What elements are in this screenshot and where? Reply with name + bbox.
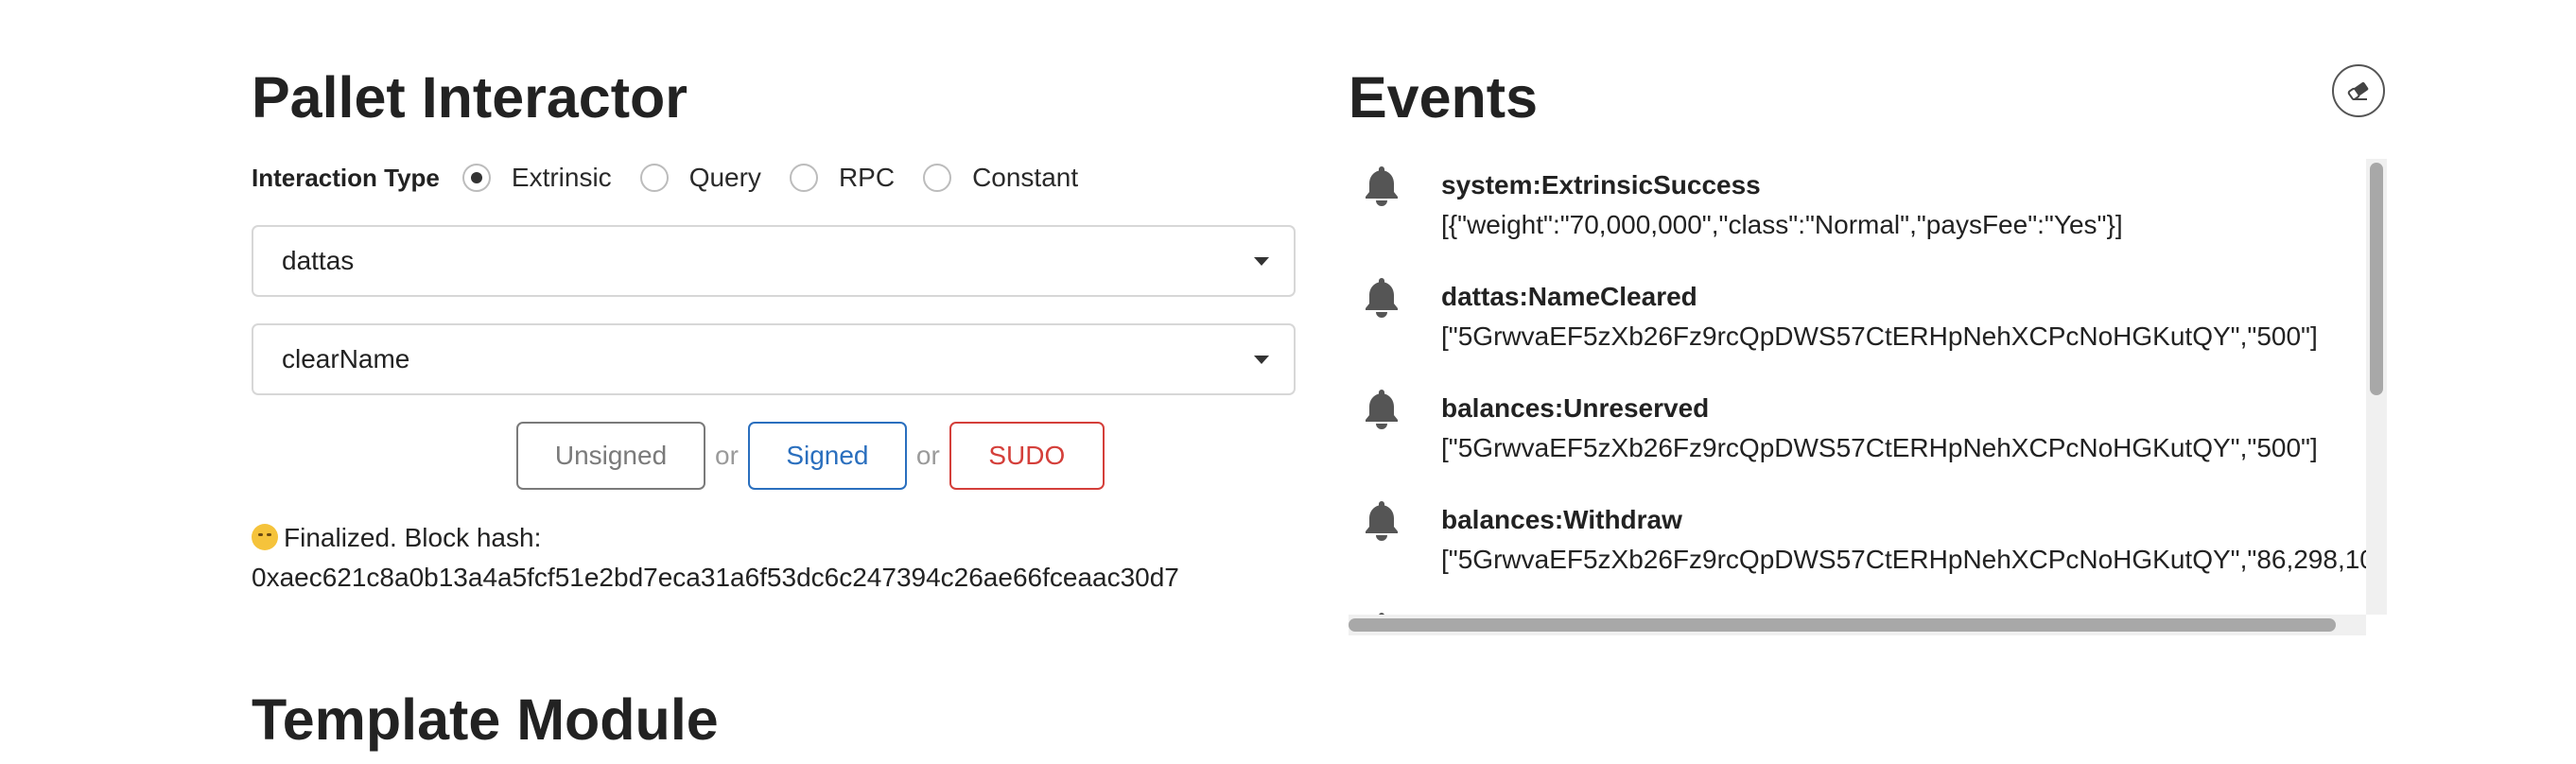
callable-select[interactable]: clearName xyxy=(252,323,1296,395)
tx-status: Finalized. Block hash: 0xaec621c8a0b13a4… xyxy=(252,518,1179,598)
template-module-title: Template Module xyxy=(252,687,719,752)
horizontal-scrollbar-thumb[interactable] xyxy=(1349,618,2336,632)
event-item: dattas:NameCleared ["5GrwvaEF5zXb26Fz9rc… xyxy=(1349,270,2351,365)
radio-rpc-circle[interactable] xyxy=(789,164,818,192)
pallet-select[interactable]: dattas xyxy=(252,225,1296,297)
submit-button-group: Unsigned or Signed or SUDO xyxy=(516,422,1105,490)
event-title: balances:Withdraw xyxy=(1441,505,1682,534)
radio-rpc[interactable]: RPC xyxy=(789,163,895,193)
event-detail: ["5GrwvaEF5zXb26Fz9rcQpDWS57CtERHpNehXCP… xyxy=(1441,545,2375,574)
clear-events-button[interactable] xyxy=(2332,64,2385,117)
event-title: balances:Unreserved xyxy=(1441,393,1710,423)
event-title: system:ExtrinsicSuccess xyxy=(1441,170,1761,200)
event-item: balances:Withdraw ["5GrwvaEF5zXb26Fz9rcQ… xyxy=(1349,494,2375,588)
eraser-icon xyxy=(2347,81,2369,101)
radio-query-label[interactable]: Query xyxy=(689,163,761,193)
bell-icon xyxy=(1366,390,1398,429)
events-feed: system:ExtrinsicSuccess [{"weight":"70,0… xyxy=(1349,159,2387,632)
event-detail: ["5GrwvaEF5zXb26Fz9rcQpDWS57CtERHpNehXCP… xyxy=(1441,433,2318,462)
radio-query-circle[interactable] xyxy=(639,164,669,192)
event-detail: [{"weight":"70,000,000","class":"Normal"… xyxy=(1441,210,2123,239)
sudo-button[interactable]: SUDO xyxy=(949,422,1105,490)
pallet-interactor-title: Pallet Interactor xyxy=(252,65,688,130)
radio-extrinsic-circle[interactable] xyxy=(461,164,491,192)
radio-constant-label[interactable]: Constant xyxy=(972,163,1078,193)
radio-extrinsic-label[interactable]: Extrinsic xyxy=(512,163,612,193)
event-item: system:ExtrinsicSuccess [{"weight":"70,0… xyxy=(1349,159,2351,253)
bell-icon xyxy=(1366,166,1398,206)
radio-query[interactable]: Query xyxy=(639,163,761,193)
interaction-type-group: Interaction Type Extrinsic Query RPC Con… xyxy=(252,157,1106,199)
radio-extrinsic[interactable]: Extrinsic xyxy=(461,163,612,193)
callable-select-value: clearName xyxy=(282,344,410,373)
events-title: Events xyxy=(1349,65,1539,130)
radio-rpc-label[interactable]: RPC xyxy=(839,163,895,193)
smirking-face-icon xyxy=(252,524,278,550)
radio-constant-circle[interactable] xyxy=(923,164,952,192)
status-text: Finalized. Block hash: xyxy=(284,523,542,552)
pallet-select-value: dattas xyxy=(282,246,355,275)
bell-icon xyxy=(1366,501,1398,541)
events-horizontal-scrollbar[interactable] xyxy=(1349,615,2366,635)
bell-icon xyxy=(1366,278,1398,318)
or-separator: or xyxy=(715,441,739,470)
event-detail: ["5GrwvaEF5zXb26Fz9rcQpDWS57CtERHpNehXCP… xyxy=(1441,321,2318,351)
caret-down-icon xyxy=(1254,356,1269,364)
event-item: balances:Unreserved ["5GrwvaEF5zXb26Fz9r… xyxy=(1349,382,2351,477)
caret-down-icon xyxy=(1254,257,1269,266)
signed-button[interactable]: Signed xyxy=(747,422,907,490)
or-separator: or xyxy=(915,441,940,470)
interaction-type-label: Interaction Type xyxy=(252,163,440,192)
radio-constant[interactable]: Constant xyxy=(923,163,1078,193)
block-hash: 0xaec621c8a0b13a4a5fcf51e2bd7eca31a6f53d… xyxy=(252,563,1179,592)
vertical-scrollbar-thumb[interactable] xyxy=(2370,163,2383,395)
events-vertical-scrollbar[interactable] xyxy=(2366,159,2387,615)
unsigned-button[interactable]: Unsigned xyxy=(516,422,705,490)
event-title: dattas:NameCleared xyxy=(1441,282,1697,311)
